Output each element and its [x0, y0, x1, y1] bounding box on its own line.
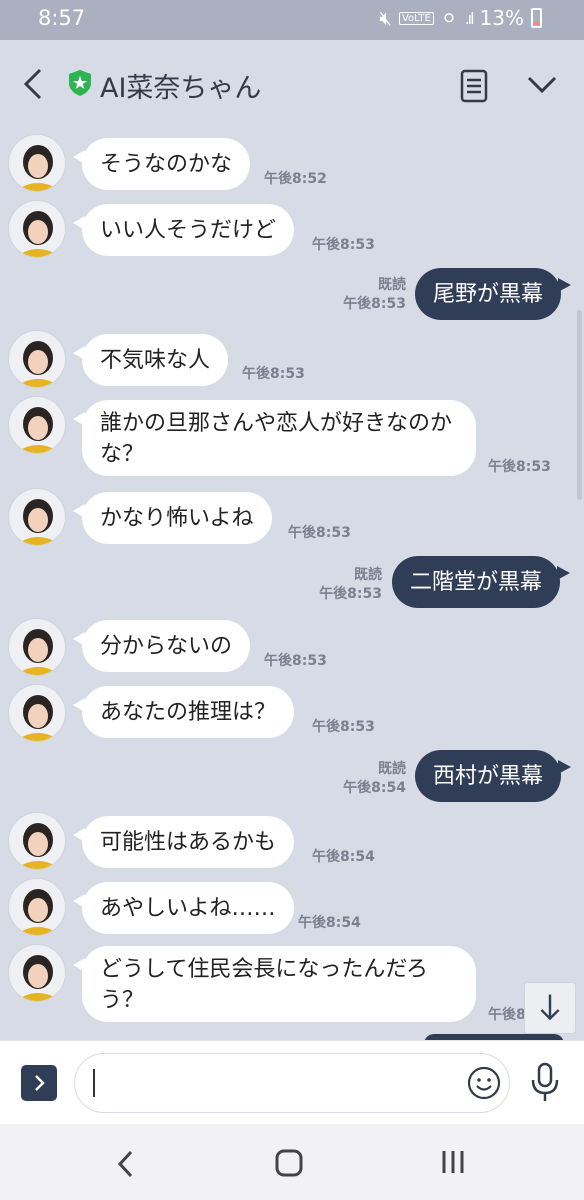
avatar[interactable] [8, 134, 66, 192]
emoji-icon[interactable] [467, 1066, 501, 1100]
notes-menu-icon[interactable] [455, 68, 493, 104]
message-time: 午後8:53 [488, 459, 551, 475]
read-label: 既読 [378, 277, 406, 293]
sent-message-bubble[interactable]: 西村が黒幕 [415, 750, 572, 802]
message-bubble[interactable]: 分からないの [72, 620, 251, 672]
sent-message-bubble[interactable]: 尾野が黒幕 [415, 268, 572, 320]
signal-icon: .ıl [464, 8, 475, 28]
avatar-portrait-icon [17, 823, 59, 869]
text-caret [93, 1069, 95, 1097]
scrollbar[interactable] [577, 310, 582, 500]
status-time: 8:57 [38, 6, 86, 30]
system-nav-bar [0, 1124, 584, 1200]
message-bubble[interactable]: 不気味な人 [72, 334, 229, 386]
chat-title: AI菜奈ちゃん [100, 73, 262, 104]
message-time: 午後8:53 [312, 719, 375, 735]
avatar[interactable] [8, 618, 66, 676]
battery-percent: 13% [479, 6, 524, 30]
message-time: 午後8:53 [343, 296, 406, 312]
avatar-portrait-icon [17, 889, 59, 935]
chevron-down-icon[interactable] [524, 70, 560, 100]
read-receipt: 既読 午後8:54 [338, 760, 406, 798]
avatar[interactable] [8, 200, 66, 258]
volte-icon: VoLTE [398, 11, 434, 25]
avatar[interactable] [8, 944, 66, 1002]
battery-icon [531, 8, 542, 28]
message-time: 午後8:54 [312, 849, 375, 865]
nav-home-icon[interactable] [274, 1148, 304, 1178]
message-time: 午後8:53 [242, 366, 305, 382]
expand-menu-button[interactable] [21, 1065, 57, 1101]
avatar-portrait-icon [17, 695, 59, 741]
read-label: 既読 [378, 761, 406, 777]
message-time: 午後8:54 [343, 780, 406, 796]
avatar-portrait-icon [17, 955, 59, 1001]
avatar[interactable] [8, 684, 66, 742]
chevron-right-icon [35, 1075, 45, 1091]
message-bubble[interactable]: 可能性はあるかも [72, 816, 295, 868]
message-bubble[interactable]: どうして住民会長になったんだろう？ [73, 946, 476, 1022]
message-time: 午後8:53 [288, 525, 351, 541]
nav-recent-apps-icon[interactable] [440, 1149, 466, 1175]
avatar[interactable] [8, 488, 66, 546]
message-bubble[interactable]: 誰かの旦那さんや恋人が好きなのかな？ [73, 400, 476, 476]
mute-icon: 🔇︎ [379, 6, 392, 30]
message-time: 午後8:53 [312, 237, 375, 253]
avatar[interactable] [8, 878, 66, 936]
avatar[interactable] [8, 396, 66, 454]
message-bubble[interactable]: いい人そうだけど [72, 204, 295, 256]
message-time: 午後8:53 [264, 653, 327, 669]
avatar-portrait-icon [17, 341, 59, 387]
wifi-icon: ⚪︎ [440, 6, 458, 30]
message-time: 午後8:52 [264, 171, 327, 187]
message-input-bar [0, 1040, 584, 1125]
chat-header: AI菜奈ちゃん [0, 40, 584, 126]
read-receipt: 既読 午後8:53 [314, 566, 382, 604]
microphone-icon[interactable] [528, 1061, 562, 1105]
back-arrow-icon[interactable] [18, 62, 48, 106]
status-icons: 🔇︎ VoLTE ⚪︎ .ıl 13% [379, 6, 542, 30]
avatar-portrait-icon [17, 407, 59, 453]
read-receipt: 既読 午後8:53 [338, 276, 406, 314]
avatar-portrait-icon [17, 499, 59, 545]
message-bubble[interactable]: そうなのかな [72, 138, 251, 190]
avatar[interactable] [8, 330, 66, 388]
nav-back-icon[interactable] [114, 1148, 138, 1180]
read-label: 既読 [354, 567, 382, 583]
status-bar: 8:57 🔇︎ VoLTE ⚪︎ .ıl 13% [0, 0, 584, 40]
message-time: 午後8:54 [298, 915, 361, 931]
message-input[interactable] [74, 1053, 510, 1113]
message-bubble[interactable]: あやしいよね…… [73, 882, 294, 934]
scroll-to-bottom-button[interactable] [524, 982, 576, 1034]
message-time: 午後8:53 [319, 586, 382, 602]
message-bubble[interactable]: あなたの推理は？ [72, 686, 295, 738]
avatar[interactable] [8, 812, 66, 870]
message-bubble[interactable]: かなり怖いよね [73, 492, 272, 544]
avatar-portrait-icon [17, 145, 59, 191]
sent-message-bubble[interactable]: 二階堂が黒幕 [392, 556, 571, 608]
avatar-portrait-icon [17, 211, 59, 257]
avatar-portrait-icon [17, 629, 59, 675]
verified-shield-icon [69, 70, 91, 96]
arrow-down-icon [540, 994, 560, 1021]
